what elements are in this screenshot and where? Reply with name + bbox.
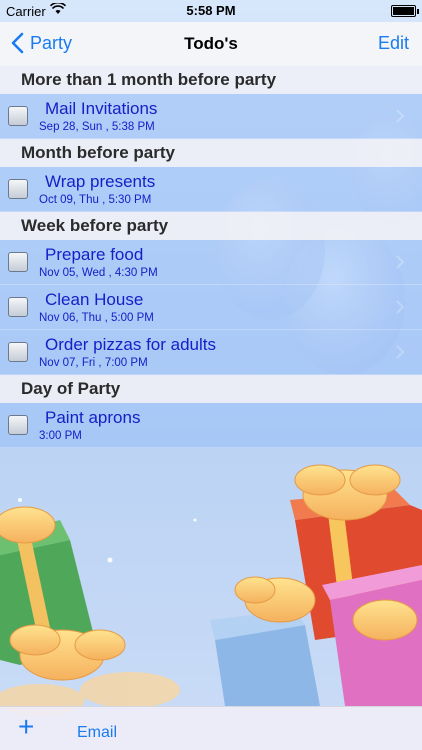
todo-title: Paint aprons (45, 408, 141, 427)
back-button-label: Party (30, 32, 73, 53)
section-header: Month before party (0, 139, 422, 167)
status-time: 5:58 PM (186, 3, 236, 18)
todo-checkbox[interactable] (8, 252, 28, 272)
todo-title: Wrap presents (45, 172, 156, 191)
edit-button[interactable]: Edit (378, 33, 409, 54)
todo-row[interactable]: Clean House Nov 06, Thu , 5:00 PM (0, 285, 422, 330)
chevron-right-icon (396, 300, 404, 314)
todo-list: More than 1 month before party Mail Invi… (0, 66, 422, 448)
navigation-bar: Party Todo's Edit (0, 22, 422, 66)
todo-title: Mail Invitations (45, 99, 158, 118)
todo-date: Sep 28, Sun , 5:38 PM (39, 121, 155, 133)
todo-title: Order pizzas for adults (45, 335, 217, 354)
todo-row[interactable]: Wrap presents Oct 09, Thu , 5:30 PM (0, 167, 422, 212)
todo-title: Clean House (45, 290, 144, 309)
chevron-right-icon (396, 109, 404, 123)
section-header: More than 1 month before party (0, 66, 422, 94)
todo-date: Nov 06, Thu , 5:00 PM (39, 312, 154, 324)
todo-row[interactable]: Mail Invitations Sep 28, Sun , 5:38 PM (0, 94, 422, 139)
todo-row[interactable]: Prepare food Nov 05, Wed , 4:30 PM (0, 240, 422, 285)
todo-date: Nov 05, Wed , 4:30 PM (39, 267, 158, 279)
todo-checkbox[interactable] (8, 342, 28, 362)
back-button[interactable]: Party (10, 32, 72, 54)
todo-row[interactable]: Order pizzas for adults Nov 07, Fri , 7:… (0, 330, 422, 375)
section-header: Week before party (0, 212, 422, 240)
add-button[interactable]: + (18, 713, 34, 741)
todo-checkbox[interactable] (8, 179, 28, 199)
status-bar: Carrier 5:58 PM (0, 0, 422, 22)
bottom-toolbar: + Email (0, 706, 422, 750)
todo-date: Oct 09, Thu , 5:30 PM (39, 194, 152, 206)
todo-checkbox[interactable] (8, 297, 28, 317)
todo-date: 3:00 PM (39, 430, 82, 442)
todo-date: Nov 07, Fri , 7:00 PM (39, 357, 148, 369)
chevron-right-icon (396, 255, 404, 269)
todo-checkbox[interactable] (8, 415, 28, 435)
email-button[interactable]: Email (77, 724, 117, 742)
todo-title: Prepare food (45, 245, 144, 264)
chevron-right-icon (396, 345, 404, 359)
chevron-left-icon (11, 32, 24, 54)
battery-icon (391, 5, 419, 17)
todo-checkbox[interactable] (8, 106, 28, 126)
todo-row[interactable]: Paint aprons 3:00 PM (0, 403, 422, 448)
section-header: Day of Party (0, 375, 422, 403)
